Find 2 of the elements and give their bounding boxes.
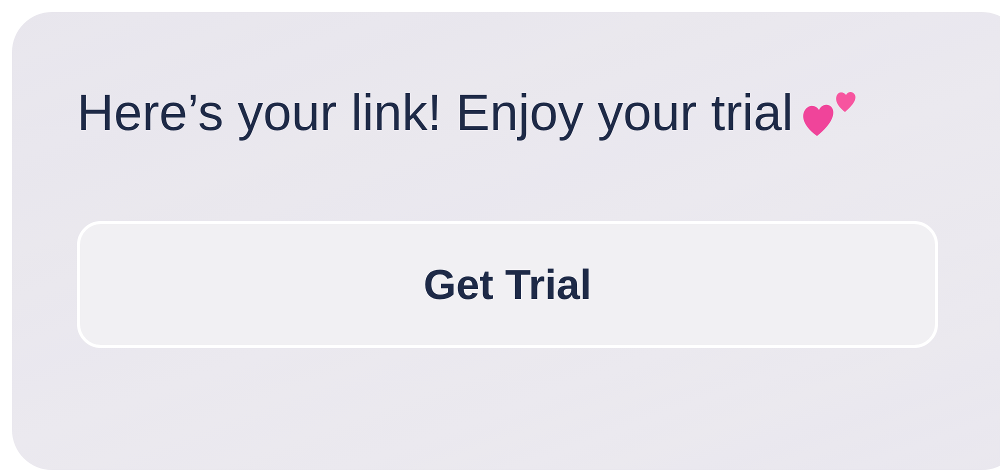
message-text: Here’s your link! Enjoy your trial <box>77 84 794 141</box>
get-trial-button[interactable]: Get Trial <box>77 221 938 348</box>
